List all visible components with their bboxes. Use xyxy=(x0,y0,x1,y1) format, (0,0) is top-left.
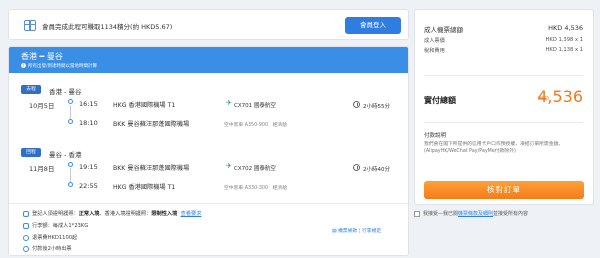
terms-checkbox[interactable] xyxy=(414,210,420,217)
name-rule-bold1: 正常入境 xyxy=(78,211,100,217)
outbound-route: 香港 - 曼谷 xyxy=(49,88,82,96)
outbound-flight: CX701 國泰航空 xyxy=(234,103,276,109)
baggage-rules-link[interactable]: 行李規定 xyxy=(362,229,381,234)
outbound-aircraft: 空中客車 A350-900 經濟艙 xyxy=(224,121,287,128)
baggage-text: 行李額：每成人1*23KG xyxy=(32,223,89,229)
terms-prefix: 我接受—我已閱 xyxy=(423,211,459,217)
outbound-cabin: 經濟艙 xyxy=(272,123,288,128)
adult-total-value: HKD 4,536 xyxy=(548,24,583,32)
section-divider xyxy=(9,203,408,204)
outbound-duration: 2小時55分 xyxy=(363,104,390,110)
price-summary-card: 成人機票總額 HKD 4,536 成人票價 HKD 1,398 x 1 稅和費用… xyxy=(414,9,594,205)
fare-rules-link[interactable]: 機票條款 xyxy=(338,229,357,234)
inbound-aircraft-type: 空中客車 A330-300 xyxy=(224,186,269,191)
member-login-button[interactable]: 會員登入 xyxy=(345,17,401,34)
baggage-row: 行李額：每成人1*23KG xyxy=(23,222,88,229)
outbound-dep-dot xyxy=(68,99,73,104)
payment-row: 付款後2小時出票 xyxy=(23,245,72,252)
inbound-date: 11月8日 xyxy=(29,165,55,173)
outbound-dep-time: 16:15 xyxy=(79,100,98,108)
terms-agreement-row: 我接受—我已閱機票條款及細則並接受所有內容 xyxy=(414,210,528,217)
checkout-button[interactable]: 核對訂單 xyxy=(424,181,584,199)
inbound-flight: CX702 國泰航空 xyxy=(234,166,276,172)
inbound-dep-dot xyxy=(68,162,73,167)
airline-logo-icon: ✈ xyxy=(226,162,232,170)
tax-value: HKD 1,138 x 1 xyxy=(545,47,583,53)
payment-info-text: 我們會在閣下所提供的信用卡戶口作預授權，凍結訂單所需金額。(AlipayHK/W… xyxy=(424,142,564,154)
outbound-date: 10月5日 xyxy=(29,102,55,110)
inbound-badge: 回程 xyxy=(21,148,41,157)
total-value: 4,536 xyxy=(537,87,583,106)
outbound-dep-airport: HKG 香港國際機場 T1 xyxy=(113,102,176,109)
inbound-arr-time: 22:55 xyxy=(79,182,98,190)
terms-suffix: 並接受所有內容 xyxy=(493,211,529,217)
outbound-badge: 去程 xyxy=(21,85,41,94)
total-label: 實付總額 xyxy=(424,96,456,105)
adult-total-label: 成人機票總額 xyxy=(424,26,463,34)
member-points-text: 會員完成此程可賺取1134積分(約 HKD5.67) xyxy=(42,23,173,31)
payment-text: 付款後2小時出票 xyxy=(32,246,72,252)
price-divider xyxy=(424,122,583,123)
inbound-duration: 2小時40分 xyxy=(363,167,390,173)
inbound-dep-time: 19:15 xyxy=(79,163,98,171)
refund-icon xyxy=(23,234,29,241)
inbound-route: 曼谷 - 香港 xyxy=(49,151,82,159)
local-time-note: ! 所有出發/到達時間以當地時間計算 xyxy=(21,63,97,69)
trip-details-card: 香港 ━ 曼谷 ! 所有出發/到達時間以當地時間計算 去程 香港 - 曼谷 10月… xyxy=(8,46,409,256)
fare-links: ▤ 機票條款 | 行李規定 xyxy=(332,227,381,234)
info-icon: ! xyxy=(21,63,26,68)
terms-link[interactable]: 機票條款及細則 xyxy=(458,211,493,217)
fare-label: 成人票價 xyxy=(424,38,445,44)
outbound-arr-dot xyxy=(68,119,73,124)
inbound-arr-dot xyxy=(68,182,73,187)
clock-icon xyxy=(353,101,360,108)
view-requirements-link[interactable]: 查看要求 xyxy=(181,211,202,217)
name-rule-row: 登記人須證明護照：正常入境、香港入境證明護照：限制性入境 查看要求 xyxy=(23,210,201,217)
inbound-aircraft: 空中客車 A330-300 經濟艙 xyxy=(224,184,287,191)
outbound-aircraft-type: 空中客車 A350-900 xyxy=(224,123,269,128)
name-rule-bold2: 限制性入境 xyxy=(151,211,178,217)
payment-info-title: 付款說明 xyxy=(424,133,447,139)
clock-icon xyxy=(353,164,360,171)
refund-row: 退票費HKD1100起 xyxy=(23,234,77,241)
gift-icon xyxy=(24,20,36,31)
route-title: 香港 ━ 曼谷 xyxy=(21,52,63,61)
price-divider xyxy=(424,75,583,76)
inbound-cabin: 經濟艙 xyxy=(272,186,288,191)
outbound-arr-time: 18:10 xyxy=(79,119,98,127)
trip-header: 香港 ━ 曼谷 ! 所有出發/到達時間以當地時間計算 xyxy=(9,47,408,73)
refund-text: 退票費HKD1100起 xyxy=(32,235,78,241)
name-rule-mid: 、香港入境證明護照： xyxy=(99,211,152,217)
member-points-bar: 會員完成此程可賺取1134積分(約 HKD5.67) 會員登入 xyxy=(8,9,409,40)
fare-value: HKD 1,398 x 1 xyxy=(545,37,583,43)
luggage-icon xyxy=(23,222,29,229)
ticket-clock-icon xyxy=(23,245,29,252)
shield-icon xyxy=(23,210,29,217)
inbound-dep-airport: BKK 曼谷蘇汪那蓬國際機場 xyxy=(113,165,190,172)
inbound-arr-airport: HKG 香港國際機場 T1 xyxy=(113,184,176,191)
tax-label: 稅和費用 xyxy=(424,48,445,54)
airline-logo-icon: ✈ xyxy=(226,99,232,107)
local-time-note-text: 所有出發/到達時間以當地時間計算 xyxy=(28,64,98,69)
outbound-arr-airport: BKK 曼谷蘇汪那蓬國際機場 xyxy=(113,121,190,128)
name-rule-prefix: 登記人須證明護照： xyxy=(32,211,79,217)
